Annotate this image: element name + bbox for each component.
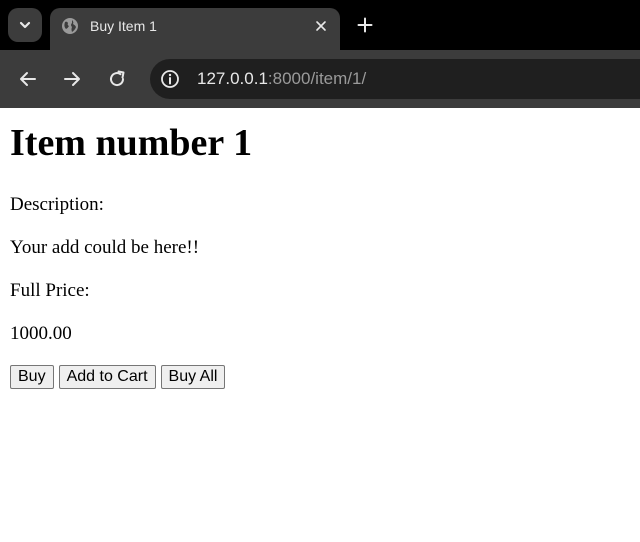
info-icon: [161, 70, 179, 88]
url-path: :8000/item/1/: [267, 69, 367, 88]
address-bar[interactable]: 127.0.0.1:8000/item/1/: [150, 59, 640, 99]
url-host: 127.0.0.1: [197, 69, 268, 88]
browser-chrome: Buy Item 1 127.0.0.1:8000/item/1/: [0, 0, 640, 108]
price-label: Full Price:: [10, 280, 90, 301]
url-text[interactable]: 127.0.0.1:8000/item/1/: [197, 69, 366, 89]
description-text: Your add could be here!!: [10, 237, 200, 258]
tab-search-button[interactable]: [8, 8, 42, 42]
back-button[interactable]: [16, 67, 40, 91]
action-buttons: Buy Add to Cart Buy All: [10, 365, 630, 389]
close-icon: [316, 21, 326, 31]
arrow-left-icon: [20, 72, 36, 86]
site-info-button[interactable]: [160, 69, 180, 89]
tab-active[interactable]: Buy Item 1: [50, 8, 340, 50]
description-label: Description:: [10, 194, 104, 215]
page-content: Item number 1 Description: Your add coul…: [0, 108, 640, 542]
tab-strip: Buy Item 1: [0, 0, 640, 50]
page-title: Item number 1: [10, 122, 253, 164]
buy-all-button[interactable]: Buy All: [160, 365, 226, 389]
browser-toolbar: 127.0.0.1:8000/item/1/: [0, 50, 640, 108]
arrow-right-icon: [64, 72, 80, 86]
forward-button[interactable]: [60, 67, 84, 91]
new-tab-button[interactable]: [354, 14, 376, 36]
price-value: 1000.00: [10, 323, 72, 344]
chevron-down-icon: [19, 21, 31, 29]
tab-close-button[interactable]: [312, 17, 330, 35]
reload-button[interactable]: [105, 67, 129, 91]
globe-icon: [62, 18, 78, 34]
plus-icon: [357, 17, 373, 33]
buy-button[interactable]: Buy: [10, 365, 54, 389]
reload-icon: [110, 70, 125, 87]
add-to-cart-button[interactable]: Add to Cart: [58, 365, 156, 389]
tab-title: Buy Item 1: [90, 18, 157, 34]
